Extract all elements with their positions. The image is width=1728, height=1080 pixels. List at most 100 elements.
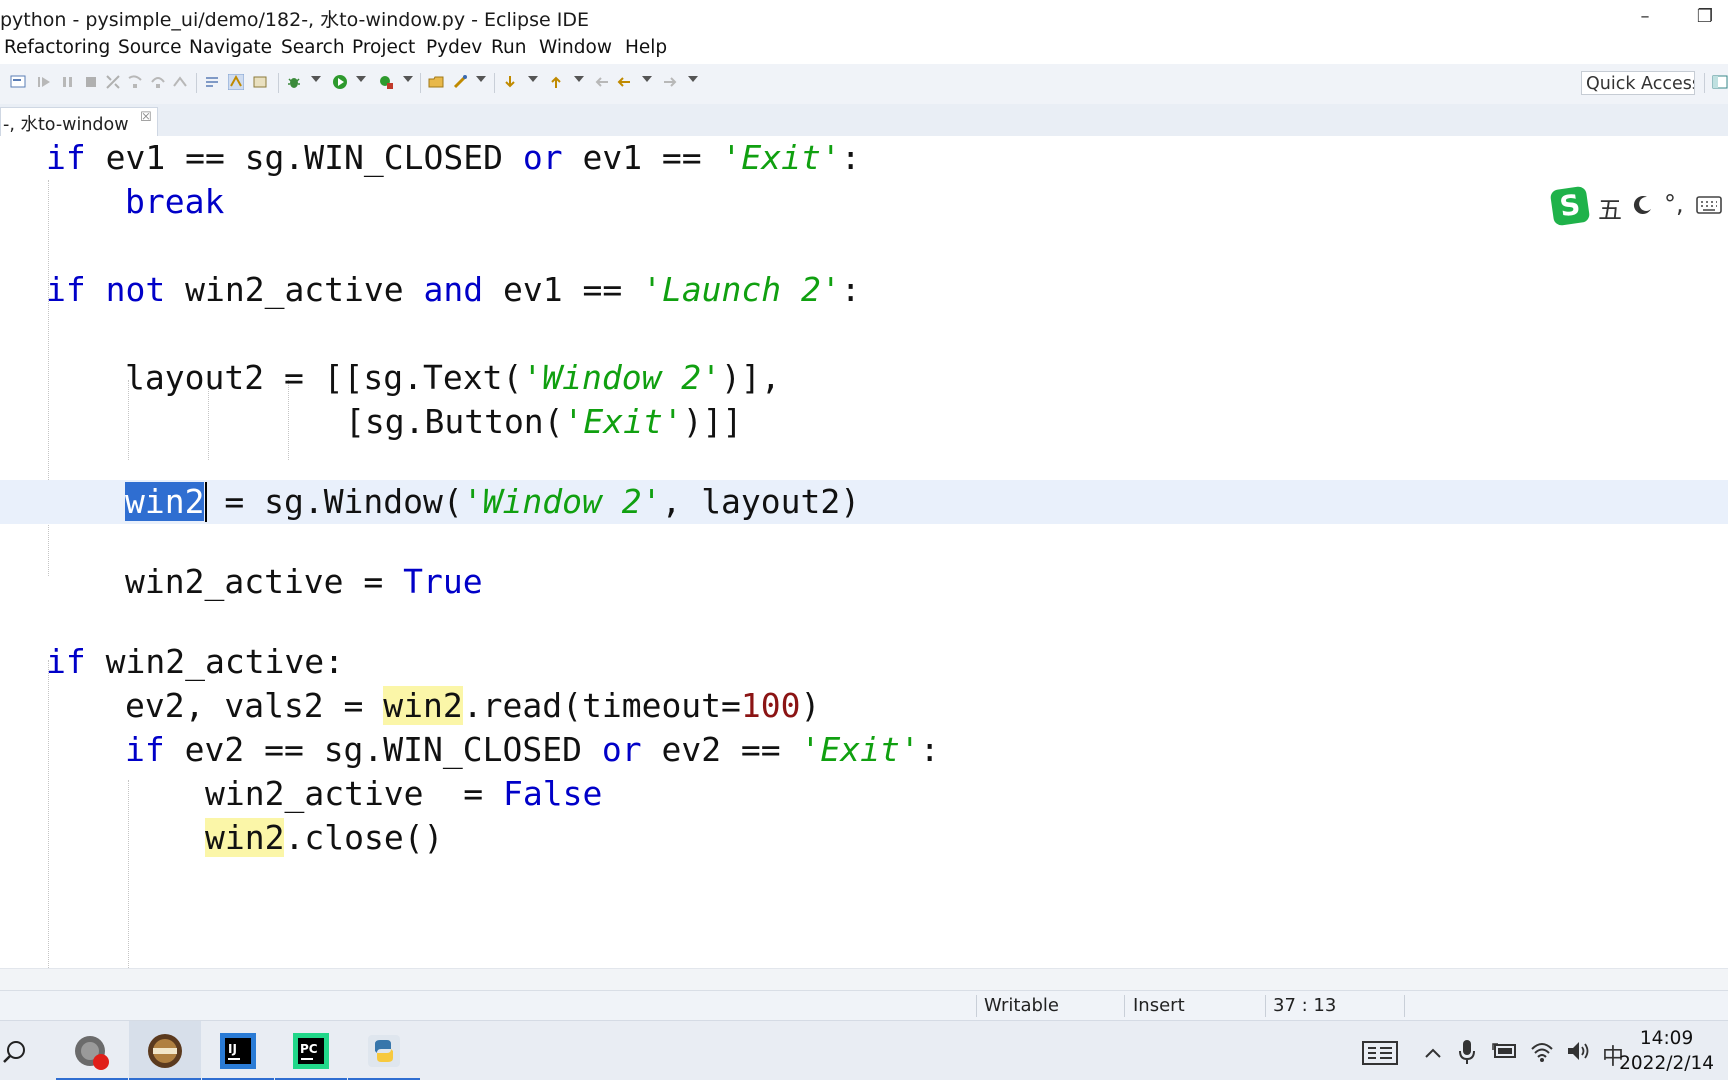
next-annotation-dropdown-icon[interactable] (528, 76, 538, 82)
run-icon[interactable] (332, 74, 348, 90)
debug-dropdown-icon[interactable] (311, 76, 321, 82)
ime-mode[interactable]: 五 (1598, 190, 1622, 225)
keyword-token: if (46, 642, 86, 681)
taskbar-app-intellij[interactable]: IJ (202, 1021, 274, 1080)
menu-search[interactable]: Search (281, 37, 345, 58)
wifi-icon[interactable] (1530, 1039, 1554, 1063)
mark-occurrences-icon[interactable] (228, 74, 244, 90)
show-whitespace-icon[interactable] (252, 74, 268, 90)
taskbar-app-eclipse[interactable] (129, 1021, 201, 1080)
code-line: if not win2_active and ev1 == 'Launch 2'… (0, 268, 1728, 312)
menu-run[interactable]: Run (491, 37, 526, 58)
battery-icon[interactable] (1492, 1042, 1518, 1060)
menu-navigate[interactable]: Navigate (189, 37, 272, 58)
menu-window[interactable]: Window (539, 37, 612, 58)
menu-refactoring[interactable]: Refactoring (4, 37, 110, 58)
toolbar-separator (278, 73, 279, 93)
code-token: win2_active: (85, 642, 345, 681)
ime-punctuation[interactable]: °, (1664, 190, 1684, 218)
pydev-icon[interactable] (452, 74, 468, 90)
run-dropdown-icon[interactable] (356, 76, 366, 82)
menu-help[interactable]: Help (625, 37, 667, 58)
step-over-icon[interactable] (150, 74, 166, 90)
minimize-button[interactable]: – (1622, 0, 1668, 34)
editor-tab[interactable]: -, 水to-window ☒ (0, 107, 158, 136)
microphone-icon[interactable] (1459, 1039, 1475, 1065)
status-insert-mode: Insert (1133, 995, 1185, 1016)
menu-project[interactable]: Project (352, 37, 415, 58)
word-wrap-icon[interactable] (204, 74, 220, 90)
forward-dropdown-icon[interactable] (688, 76, 698, 82)
main-toolbar: Quick Access (0, 64, 1728, 105)
keyword-token: if (125, 730, 165, 769)
editor-tab-label: -, 水to-window (3, 115, 129, 135)
perspective-icon[interactable] (1712, 74, 1728, 90)
string-token: 'Window 2' (522, 358, 722, 397)
code-token: )]] (682, 402, 743, 441)
menu-pydev[interactable]: Pydev (426, 37, 482, 58)
news-widget-icon[interactable] (1362, 1041, 1398, 1065)
search-icon[interactable] (2, 1039, 28, 1065)
code-line: win2.close() (0, 816, 1728, 860)
resume-icon[interactable] (36, 74, 52, 90)
taskbar-app-pycharm[interactable]: PC (275, 1021, 347, 1080)
keyword-token: and (423, 270, 484, 309)
code-token: ) (800, 686, 821, 725)
code-editor[interactable]: if ev1 == sg.WIN_CLOSED or ev1 == 'Exit'… (0, 136, 1728, 968)
menu-bar: Refactoring Source Navigate Search Proje… (0, 34, 1728, 64)
keyword-token: if (46, 270, 86, 309)
terminate-icon[interactable] (83, 74, 99, 90)
occurrence-highlight: win2 (205, 818, 285, 857)
taskbar-app-python[interactable] (348, 1021, 420, 1080)
console-icon[interactable] (10, 74, 26, 90)
pydev-dropdown-icon[interactable] (476, 76, 486, 82)
string-token: 'Exit' (721, 138, 841, 177)
step-into-icon[interactable] (127, 74, 143, 90)
code-line: if win2_active: (0, 640, 1728, 684)
code-token: ev1 == sg.WIN_CLOSED (85, 138, 523, 177)
back-icon[interactable] (616, 74, 632, 90)
moon-icon[interactable] (1632, 194, 1654, 216)
code-line: layout2 = [[sg.Text('Window 2')], (0, 356, 1728, 400)
intellij-icon: IJ (220, 1033, 256, 1069)
status-cursor-position: 37 : 13 (1273, 995, 1337, 1016)
external-tools-icon[interactable] (378, 74, 394, 90)
debug-icon[interactable] (286, 74, 302, 90)
last-edit-location-icon[interactable] (594, 74, 610, 90)
next-annotation-icon[interactable] (502, 74, 518, 90)
string-token: 'Exit' (800, 730, 920, 769)
status-separator (1265, 995, 1266, 1017)
keyword-token: or (522, 138, 563, 177)
forward-icon[interactable] (662, 74, 678, 90)
taskbar-clock[interactable]: 14:09 2022/2/14 (1619, 1026, 1714, 1076)
close-tab-icon[interactable]: ☒ (140, 110, 152, 125)
code-token: ev2 == sg.WIN_CLOSED (164, 730, 602, 769)
open-type-icon[interactable] (428, 74, 444, 90)
previous-annotation-icon[interactable] (548, 74, 564, 90)
sogou-logo-icon[interactable]: S (1549, 185, 1591, 227)
back-dropdown-icon[interactable] (642, 76, 652, 82)
ime-toolbar: S 五 °, (1546, 184, 1728, 228)
selected-text[interactable]: win2 (125, 482, 205, 521)
menu-source[interactable]: Source (118, 37, 182, 58)
eclipse-ide-icon (148, 1034, 182, 1068)
code-token: ev2 == (641, 730, 801, 769)
code-token: ev1 == (562, 138, 722, 177)
horizontal-scrollbar[interactable] (0, 968, 1728, 991)
svg-text:IJ: IJ (228, 1042, 237, 1056)
restore-button[interactable]: ❐ (1682, 0, 1728, 34)
step-return-icon[interactable] (172, 74, 188, 90)
string-token: 'Exit' (563, 402, 683, 441)
code-token: : (840, 138, 861, 177)
keyboard-icon[interactable] (1696, 196, 1722, 214)
volume-icon[interactable] (1566, 1040, 1590, 1062)
status-writable: Writable (984, 995, 1059, 1016)
chevron-up-icon[interactable] (1424, 1047, 1442, 1059)
suspend-icon[interactable] (60, 74, 76, 90)
previous-annotation-dropdown-icon[interactable] (574, 76, 584, 82)
taskbar-app-recorder[interactable] (56, 1021, 128, 1080)
external-tools-dropdown-icon[interactable] (403, 76, 413, 82)
code-line: if ev2 == sg.WIN_CLOSED or ev2 == 'Exit'… (0, 728, 1728, 772)
disconnect-icon[interactable] (105, 74, 121, 90)
quick-access-field[interactable]: Quick Access (1581, 71, 1695, 95)
